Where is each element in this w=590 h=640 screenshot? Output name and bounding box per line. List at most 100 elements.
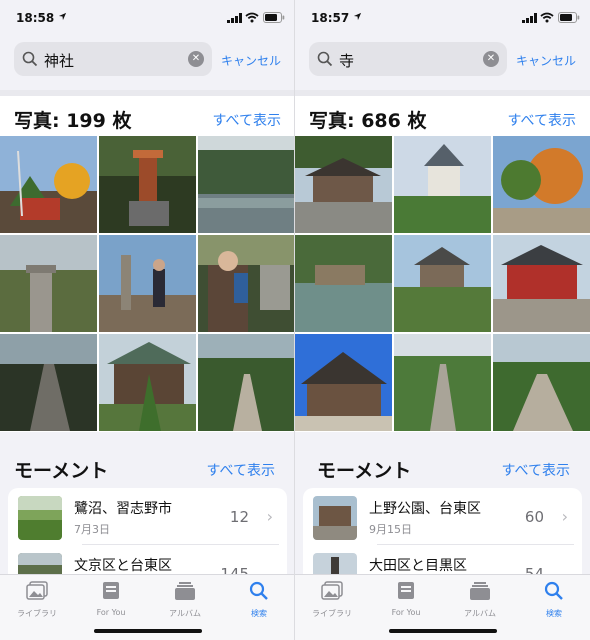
cellular-signal-icon (522, 13, 537, 23)
photos-title: 写真: 199 枚 (14, 110, 132, 132)
wifi-icon (540, 12, 554, 23)
moments-section: モーメント すべて表示 上野公園、台東区 9月15日 60 › 大田区と目黒区 … (295, 432, 590, 597)
moment-row[interactable]: 上野公園、台東区 9月15日 60 › (303, 488, 582, 544)
search-input[interactable]: 寺 ✕ (309, 42, 507, 76)
photo-thumbnail[interactable] (198, 136, 295, 233)
tab-library[interactable]: ライブラリ (2, 579, 72, 619)
tab-label: ライブラリ (312, 609, 352, 618)
photo-thumbnail[interactable] (394, 334, 491, 431)
moments-see-all-button[interactable]: すべて表示 (207, 460, 275, 480)
moments-title: モーメント (317, 460, 412, 482)
moment-title: 大田区と目黒区 (369, 558, 467, 574)
battery-icon (558, 12, 580, 23)
search-input[interactable]: 神社 ✕ (14, 42, 212, 76)
moments-list: 上野公園、台東区 9月15日 60 › 大田区と目黒区 54 (303, 488, 582, 597)
moments-section: モーメント すべて表示 鷺沼、習志野市 7月3日 12 › 文京区と台東区 14… (0, 432, 295, 597)
photos-section: 写真: 199 枚 すべて表示 (0, 96, 295, 432)
tab-albums[interactable]: アルバム (150, 579, 220, 619)
search-query: 寺 (339, 52, 355, 70)
photo-library-icon (26, 581, 48, 600)
moment-date: 7月3日 (74, 523, 110, 536)
tab-label: ライブラリ (17, 609, 57, 618)
moment-row[interactable]: 鷺沼、習志野市 7月3日 12 › (8, 488, 287, 544)
photo-thumbnail[interactable] (99, 235, 196, 332)
photo-library-icon (321, 581, 343, 600)
search-screen-temple: 18:57 寺 ✕ キャンセル 写真: 686 枚 すべて表示 モーメント すべ… (295, 0, 590, 640)
for-you-icon (103, 582, 119, 599)
photo-thumbnail[interactable] (0, 235, 97, 332)
tab-search[interactable]: 検索 (224, 579, 294, 619)
photos-section: 写真: 686 枚 すべて表示 (295, 96, 590, 432)
battery-icon (263, 12, 285, 23)
search-row: 神社 ✕ キャンセル (0, 42, 295, 78)
location-arrow-icon (58, 12, 67, 21)
photo-thumbnail[interactable] (394, 136, 491, 233)
tab-search[interactable]: 検索 (519, 579, 589, 619)
photos-title: 写真: 686 枚 (309, 110, 427, 132)
tab-label: アルバム (464, 609, 496, 618)
status-bar: 18:57 (295, 0, 590, 36)
tab-albums[interactable]: アルバム (445, 579, 515, 619)
search-query: 神社 (44, 52, 75, 70)
moment-title: 鷺沼、習志野市 (74, 501, 172, 517)
photo-thumbnail[interactable] (493, 235, 590, 332)
moment-count: 60 (524, 508, 544, 526)
status-time: 18:58 (16, 11, 55, 25)
chevron-right-icon: › (561, 507, 568, 526)
photo-thumbnail[interactable] (198, 334, 295, 431)
photo-thumbnail[interactable] (0, 334, 97, 431)
cancel-button[interactable]: キャンセル (221, 52, 281, 69)
clear-icon[interactable]: ✕ (483, 51, 499, 67)
chevron-right-icon: › (266, 507, 273, 526)
photo-grid (0, 136, 295, 432)
tab-label: アルバム (169, 609, 201, 618)
albums-icon (175, 582, 195, 600)
status-time: 18:57 (311, 11, 350, 25)
wifi-icon (245, 12, 259, 23)
moment-count: 12 (229, 508, 249, 526)
photo-thumbnail[interactable] (493, 334, 590, 431)
cellular-signal-icon (227, 13, 242, 23)
photo-thumbnail[interactable] (493, 136, 590, 233)
tab-label: For You (391, 608, 421, 617)
clear-icon[interactable]: ✕ (188, 51, 204, 67)
search-row: 寺 ✕ キャンセル (295, 42, 590, 78)
photos-see-all-button[interactable]: すべて表示 (213, 110, 281, 130)
for-you-icon (398, 582, 414, 599)
photo-thumbnail[interactable] (394, 235, 491, 332)
photo-thumbnail[interactable] (295, 235, 392, 332)
tab-bar: ライブラリ For You アルバム 検索 (295, 574, 590, 640)
tab-bar: ライブラリ For You アルバム 検索 (0, 574, 295, 640)
moment-date: 9月15日 (369, 523, 412, 536)
status-bar: 18:58 (0, 0, 295, 36)
tab-label: For You (96, 608, 126, 617)
photos-see-all-button[interactable]: すべて表示 (508, 110, 576, 130)
search-tab-icon (544, 581, 563, 600)
moment-thumbnail (313, 496, 357, 540)
photo-thumbnail[interactable] (0, 136, 97, 233)
search-icon (22, 51, 38, 67)
albums-icon (470, 582, 490, 600)
tab-label: 検索 (546, 609, 562, 618)
tab-label: 検索 (251, 609, 267, 618)
moments-title: モーメント (14, 460, 109, 482)
photo-thumbnail[interactable] (99, 334, 196, 431)
location-arrow-icon (353, 12, 362, 21)
tab-for-you[interactable]: For You (371, 579, 441, 617)
moments-list: 鷺沼、習志野市 7月3日 12 › 文京区と台東区 145 (8, 488, 287, 597)
photo-thumbnail[interactable] (198, 235, 295, 332)
photo-grid (295, 136, 590, 432)
cancel-button[interactable]: キャンセル (516, 52, 576, 69)
photo-thumbnail[interactable] (99, 136, 196, 233)
moments-see-all-button[interactable]: すべて表示 (502, 460, 570, 480)
moment-title: 上野公園、台東区 (369, 501, 481, 517)
tab-library[interactable]: ライブラリ (297, 579, 367, 619)
tab-for-you[interactable]: For You (76, 579, 146, 617)
home-indicator[interactable] (94, 629, 202, 633)
search-tab-icon (249, 581, 268, 600)
photo-thumbnail[interactable] (295, 136, 392, 233)
photo-thumbnail[interactable] (295, 334, 392, 431)
moment-thumbnail (18, 496, 62, 540)
home-indicator[interactable] (389, 629, 497, 633)
moment-title: 文京区と台東区 (74, 558, 172, 574)
